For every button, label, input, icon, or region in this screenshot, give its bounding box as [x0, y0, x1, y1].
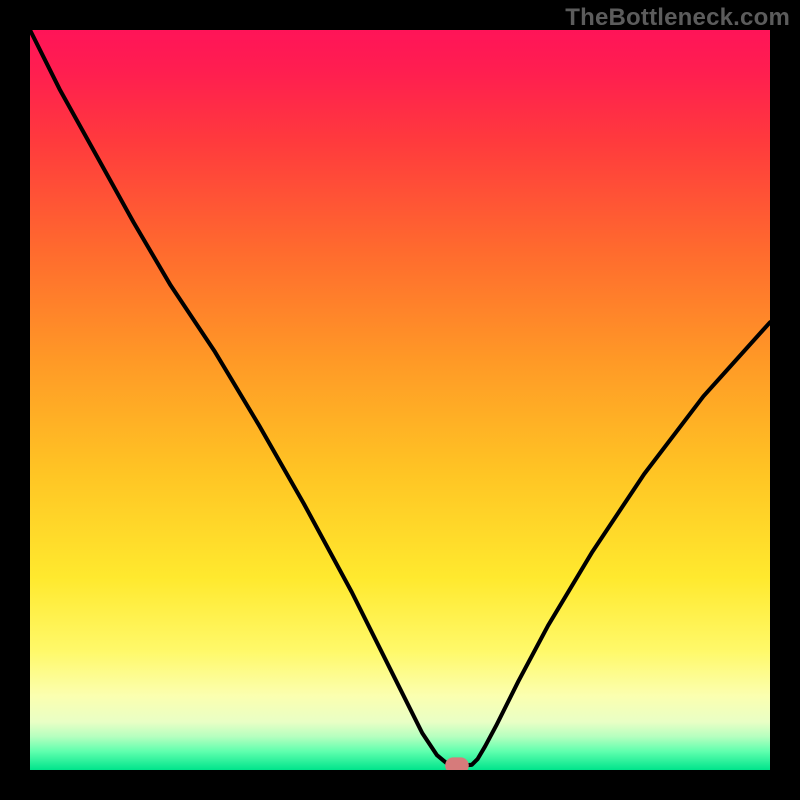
chart-container: TheBottleneck.com — [0, 0, 800, 800]
optimal-marker — [445, 757, 469, 770]
plot-area — [30, 30, 770, 770]
watermark-text: TheBottleneck.com — [565, 4, 790, 32]
gradient-background — [30, 30, 770, 770]
chart-svg — [30, 30, 770, 770]
